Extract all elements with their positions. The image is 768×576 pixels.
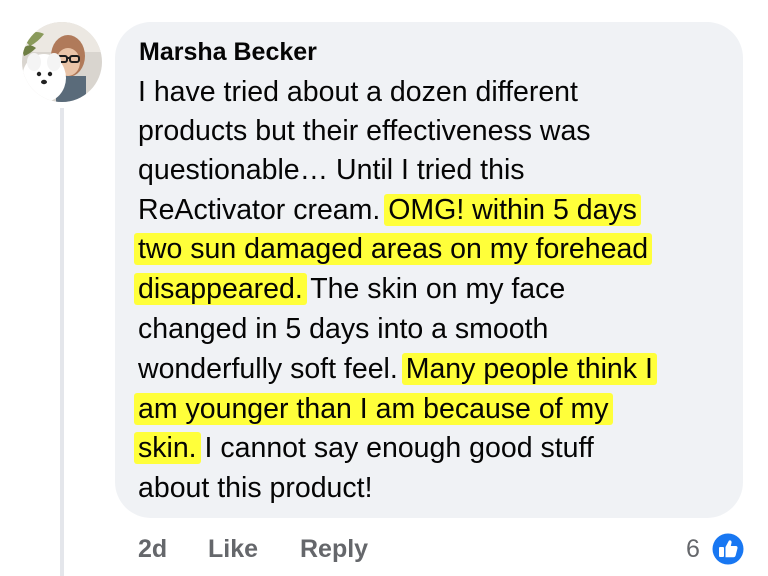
comment-line: I have tried about a dozen different bbox=[138, 72, 578, 112]
comment-line: two sun damaged areas on my forehead bbox=[134, 229, 653, 269]
reaction-count[interactable]: 6 bbox=[686, 532, 700, 566]
avatar[interactable] bbox=[22, 22, 102, 102]
comment-line: questionable… Until I tried this bbox=[138, 150, 525, 190]
comment-text: about this product! bbox=[138, 472, 373, 504]
comment-text: changed in 5 days into a smooth bbox=[138, 313, 549, 345]
comment-text: I cannot say enough good stuff bbox=[196, 432, 594, 464]
highlighted-text: disappeared. bbox=[134, 273, 307, 305]
highlighted-text: skin. bbox=[134, 432, 201, 464]
comment-text: I have tried about a dozen different bbox=[138, 76, 578, 108]
highlighted-text: am younger than I am because of my bbox=[134, 393, 613, 425]
comment-line: disappeared. The skin on my face bbox=[134, 269, 566, 309]
highlighted-text: OMG! within 5 days bbox=[384, 194, 641, 226]
comment-line: changed in 5 days into a smooth bbox=[138, 309, 548, 349]
like-button[interactable]: Like bbox=[208, 532, 258, 566]
comment-text: ReActivator cream. bbox=[138, 194, 389, 226]
comment-line: products but their effectiveness was bbox=[138, 111, 591, 151]
comment-timestamp[interactable]: 2d bbox=[138, 532, 167, 566]
comment-screenshot: Marsha Becker I have tried about a dozen… bbox=[0, 0, 768, 576]
thread-line bbox=[60, 108, 64, 576]
highlighted-text: two sun damaged areas on my forehead bbox=[134, 233, 653, 265]
comment-author[interactable]: Marsha Becker bbox=[139, 36, 317, 68]
comment-line: am younger than I am because of my bbox=[134, 389, 613, 429]
avatar-photo-icon bbox=[22, 22, 102, 102]
highlighted-text: Many people think I bbox=[401, 353, 657, 385]
comment-text: wonderfully soft feel. bbox=[138, 353, 406, 385]
comment-line: wonderfully soft feel. Many people think… bbox=[138, 349, 657, 389]
thumbs-up-icon[interactable] bbox=[709, 530, 747, 568]
reply-button[interactable]: Reply bbox=[300, 532, 368, 566]
comment-line: about this product! bbox=[138, 468, 373, 508]
comment-text: products but their effectiveness was bbox=[138, 115, 591, 147]
comment-text: The skin on my face bbox=[302, 273, 566, 305]
comment-line: skin. I cannot say enough good stuff bbox=[134, 428, 594, 468]
comment-line: ReActivator cream. OMG! within 5 days bbox=[138, 190, 641, 230]
comment-text: questionable… Until I tried this bbox=[138, 154, 525, 186]
